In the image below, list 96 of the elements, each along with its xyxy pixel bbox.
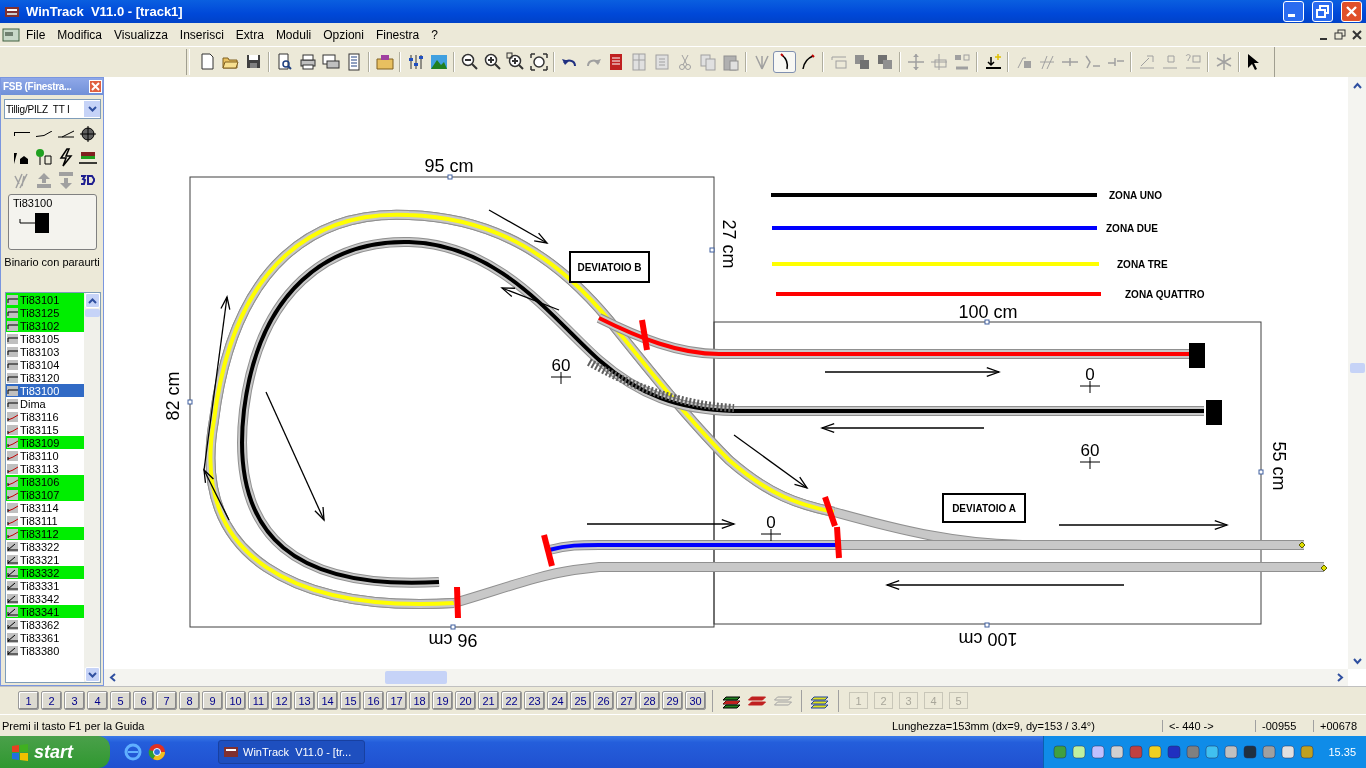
track-list-item[interactable]: Ti83110 xyxy=(6,449,84,462)
layer-tab[interactable]: 8 xyxy=(179,691,200,710)
track-list-item[interactable]: Ti83332 xyxy=(6,566,84,579)
layer-tab[interactable]: 26 xyxy=(593,691,614,710)
menu-item[interactable]: Finestra xyxy=(369,25,426,44)
legend-label: ZONA TRE xyxy=(1117,259,1168,270)
dimension-label: 27 cm xyxy=(719,219,739,269)
track-list-item[interactable]: Ti83112 xyxy=(6,527,84,540)
layer-tab[interactable]: 4 xyxy=(87,691,108,710)
menu-item[interactable]: Opzioni xyxy=(317,25,370,44)
layer-tab[interactable]: 28 xyxy=(639,691,660,710)
taskbar-window-button[interactable]: WinTrack V11.0 - [tr... xyxy=(218,740,365,764)
track-list-item[interactable]: Ti83102 xyxy=(6,319,84,332)
elevation-label: 60 xyxy=(551,356,571,375)
layer-tab[interactable]: 29 xyxy=(662,691,683,710)
layer-tab[interactable]: 19 xyxy=(432,691,453,710)
layer-tab[interactable]: 22 xyxy=(501,691,522,710)
menu-item[interactable]: Inserisci xyxy=(173,25,230,44)
layer-tab[interactable]: 14 xyxy=(317,691,338,710)
legend-label: ZONA UNO xyxy=(1109,190,1162,201)
track-list-item[interactable]: Ti83331 xyxy=(6,579,84,592)
track-list-item[interactable]: Dima xyxy=(6,397,84,410)
track-list-item[interactable]: Ti83111 xyxy=(6,514,84,527)
track-list-item[interactable]: Ti83104 xyxy=(6,358,84,371)
library-dropdown[interactable]: Tillig/PILZ TT I xyxy=(4,99,101,119)
layer-tab[interactable]: 24 xyxy=(547,691,568,710)
panel-title: FSB (Finestra... xyxy=(3,81,73,92)
status-hint: Premi il tasto F1 per la Guida xyxy=(1,719,146,732)
layer-tab[interactable]: 25 xyxy=(570,691,591,710)
length-readout: Lunghezza=153mm (dx=9, dy=153 / 3.4°) xyxy=(892,719,1096,732)
menu-item[interactable]: Modifica xyxy=(51,25,109,44)
track-list-item[interactable]: Ti83113 xyxy=(6,462,84,475)
layer-tab[interactable]: 6 xyxy=(133,691,154,710)
track-list-item[interactable]: Ti83101 xyxy=(6,293,84,306)
clock: 15.35 xyxy=(1328,746,1356,758)
layer-tab[interactable]: 13 xyxy=(294,691,315,710)
track-list-item[interactable]: Ti83380 xyxy=(6,644,84,657)
layer-tab[interactable]: 12 xyxy=(271,691,292,710)
layer-tab[interactable]: 11 xyxy=(248,691,269,710)
dimension-label: 100 cm xyxy=(958,629,1018,649)
layer-tab[interactable]: 3 xyxy=(64,691,85,710)
track-list-item[interactable]: Ti83362 xyxy=(6,618,84,631)
layer-tab[interactable]: 27 xyxy=(616,691,637,710)
dimension-label: 96 cm xyxy=(428,630,478,650)
layer-tab[interactable]: 30 xyxy=(685,691,706,710)
track-list-item[interactable]: Ti83341 xyxy=(6,605,84,618)
dimension-label: 95 cm xyxy=(424,156,474,176)
layer-tab[interactable]: 9 xyxy=(202,691,223,710)
track-list-item[interactable]: Ti83342 xyxy=(6,592,84,605)
menu-item[interactable]: Moduli xyxy=(269,25,318,44)
switch-label: DEVIATOIO B xyxy=(569,251,650,283)
legend-label: ZONA QUATTRO xyxy=(1125,289,1205,300)
track-list-item[interactable]: Ti83100 xyxy=(6,384,84,397)
track-list-item[interactable]: Ti83116 xyxy=(6,410,84,423)
dimension-label: 100 cm xyxy=(958,302,1018,322)
layer-tab[interactable]: 17 xyxy=(386,691,407,710)
menu-item[interactable]: Visualizza xyxy=(108,25,174,44)
track-list-item[interactable]: Ti83361 xyxy=(6,631,84,644)
legend-label: ZONA DUE xyxy=(1106,223,1158,234)
preview-code: Ti83100 xyxy=(13,197,54,209)
preview-description: Binario con paraurti xyxy=(3,256,101,268)
x-coordinate: -00955 xyxy=(1255,719,1313,732)
layer-tab[interactable]: 20 xyxy=(455,691,476,710)
track-list-item[interactable]: Ti83106 xyxy=(6,475,84,488)
dimension-label: 55 cm xyxy=(1269,441,1289,491)
switch-label: DEVIATOIO A xyxy=(942,493,1026,523)
elevation-label: 0 xyxy=(1085,365,1095,384)
layer-tab[interactable]: 1 xyxy=(18,691,39,710)
layer-tab[interactable]: 10 xyxy=(225,691,246,710)
dimension-label: 82 cm xyxy=(163,371,183,421)
elevation-label: 60 xyxy=(1080,441,1100,460)
layer-tab[interactable]: 23 xyxy=(524,691,545,710)
menu-item[interactable]: Extra xyxy=(229,25,270,44)
track-list-item[interactable]: Ti83105 xyxy=(6,332,84,345)
track-list-item[interactable]: Ti83120 xyxy=(6,371,84,384)
track-list-item[interactable]: Ti83125 xyxy=(6,306,84,319)
track-list-item[interactable]: Ti83109 xyxy=(6,436,84,449)
track-list-item[interactable]: Ti83103 xyxy=(6,345,84,358)
menu-item[interactable]: ? xyxy=(425,25,444,44)
span-readout: <- 440 -> xyxy=(1162,719,1255,732)
layer-tab[interactable]: 16 xyxy=(363,691,384,710)
track-list-item[interactable]: Ti83115 xyxy=(6,423,84,436)
track-list-item[interactable]: Ti83322 xyxy=(6,540,84,553)
track-list-item[interactable]: Ti83107 xyxy=(6,488,84,501)
layer-tab[interactable]: 7 xyxy=(156,691,177,710)
track-list-item[interactable]: Ti83321 xyxy=(6,553,84,566)
layer-tab[interactable]: 2 xyxy=(41,691,62,710)
elevation-label: 0 xyxy=(766,513,776,532)
menu-item[interactable]: File xyxy=(20,25,52,44)
track-list-item[interactable]: Ti83114 xyxy=(6,501,84,514)
layer-tab[interactable]: 18 xyxy=(409,691,430,710)
layer-tab[interactable]: 21 xyxy=(478,691,499,710)
layer-tab[interactable]: 15 xyxy=(340,691,361,710)
y-coordinate: +00678 xyxy=(1313,719,1366,732)
layer-tab[interactable]: 5 xyxy=(110,691,131,710)
window-title: WinTrack V11.0 - [track1] xyxy=(26,4,184,19)
